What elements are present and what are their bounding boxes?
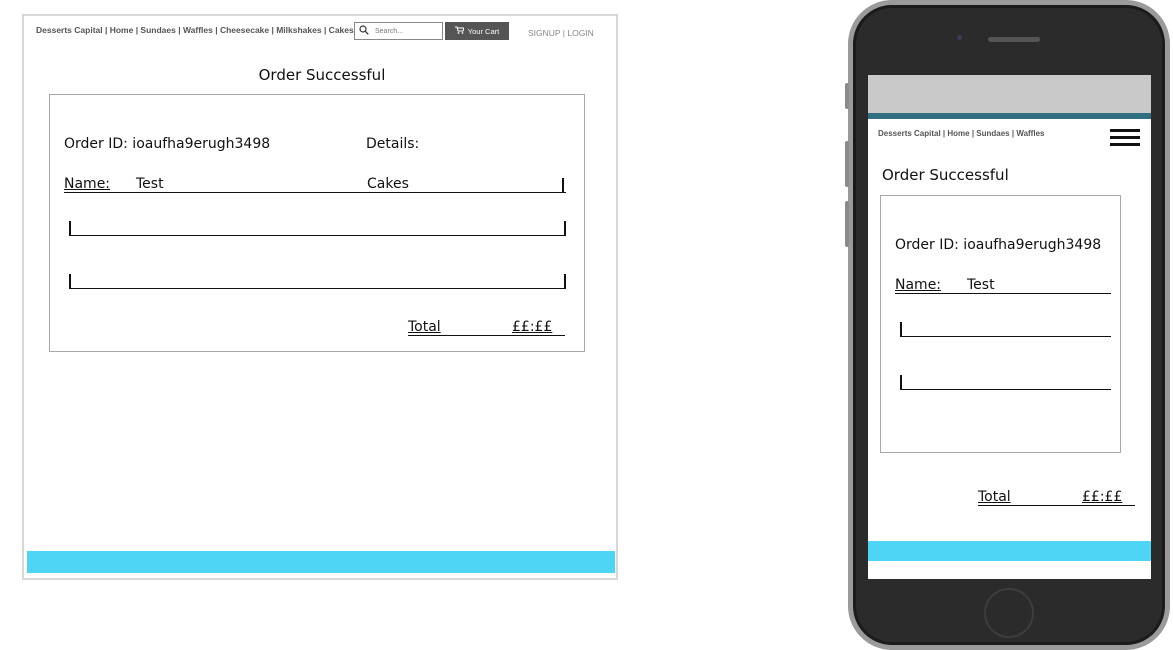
name-value: Test: [136, 176, 164, 192]
blank-line-1: [69, 235, 566, 236]
mobile-name-underline: [895, 293, 1111, 294]
search-box[interactable]: Search...: [354, 22, 443, 40]
item-cakes: Cakes: [367, 176, 409, 192]
home-button[interactable]: [984, 588, 1034, 638]
row-end-bar: [562, 178, 564, 192]
camera-icon: [957, 35, 962, 40]
volume-down-button: [845, 201, 849, 247]
total-value: ££:££: [512, 319, 553, 335]
mobile-blank-line-2: [900, 389, 1111, 390]
blank-line-2: [69, 288, 566, 289]
signup-login-link[interactable]: SIGNUP | LOGIN: [528, 28, 594, 38]
name-underline: [64, 192, 566, 193]
mobile-total-underline: [978, 505, 1135, 506]
name-label: Name:: [64, 176, 111, 192]
mobile-total-label: Total: [978, 489, 1011, 505]
details-label: Details:: [366, 136, 420, 152]
speaker-grille: [988, 37, 1040, 42]
mobile-total-value: ££:££: [1082, 489, 1123, 505]
browser-bar: [868, 75, 1151, 113]
footer-bar: [27, 551, 615, 573]
cart-icon: [454, 26, 465, 36]
search-input[interactable]: Search...: [375, 28, 403, 35]
mobile-page: Desserts Capital | Home | Sundaes | Waff…: [868, 121, 1151, 579]
mobile-name-value: Test: [967, 277, 995, 293]
search-icon: [359, 22, 369, 40]
row-end-bar: [564, 274, 566, 288]
row-end-bar: [564, 221, 566, 235]
row-start-bar: [900, 322, 902, 336]
top-nav[interactable]: Desserts Capital | Home | Sundaes | Waff…: [36, 25, 354, 35]
row-start-bar: [900, 375, 902, 389]
page-title: Order Successful: [258, 66, 386, 84]
row-start-bar: [69, 221, 71, 235]
mobile-order-box: Order ID: ioaufha9erugh3498 Name: Test: [880, 195, 1121, 453]
mobile-name-label: Name:: [895, 277, 942, 293]
order-summary-box: Order ID: ioaufha9erugh3498 Details: Nam…: [49, 94, 585, 352]
mobile-blank-line-1: [900, 336, 1111, 337]
total-label: Total: [408, 319, 441, 335]
mobile-order-id-label: Order ID: ioaufha9erugh3498: [895, 237, 1102, 253]
phone-frame: Desserts Capital | Home | Sundaes | Waff…: [845, 0, 1170, 650]
volume-up-button: [845, 141, 849, 187]
cart-button[interactable]: Your Cart: [445, 22, 509, 40]
cart-label: Your Cart: [467, 26, 500, 36]
order-id-label: Order ID: ioaufha9erugh3498: [64, 136, 271, 152]
mobile-page-title: Order Successful: [882, 166, 1009, 184]
mobile-nav[interactable]: Desserts Capital | Home | Sundaes | Waff…: [878, 129, 1044, 138]
mobile-footer-bar: [868, 541, 1151, 561]
row-start-bar: [69, 274, 71, 288]
desktop-wireframe: Desserts Capital | Home | Sundaes | Waff…: [22, 14, 618, 580]
browser-accent-strip: [868, 113, 1151, 119]
mute-switch: [845, 83, 849, 109]
phone-screen: Desserts Capital | Home | Sundaes | Waff…: [868, 75, 1151, 579]
total-underline: [408, 335, 565, 336]
hamburger-menu-icon[interactable]: [1110, 129, 1140, 147]
